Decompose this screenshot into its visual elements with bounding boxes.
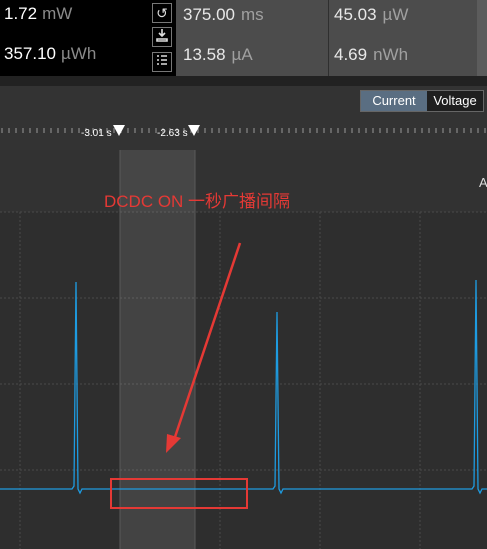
- marker-start-label: -3.01 s: [81, 128, 112, 139]
- window-energy-value: 4.69: [334, 45, 368, 64]
- measurement-panel-middle: 375.00 ms 13.58 µA: [176, 0, 328, 76]
- energy-value: 357.10: [4, 44, 56, 63]
- avg-power-readout: 45.03 µW: [334, 5, 408, 25]
- duration-readout: 375.00 ms: [183, 5, 264, 25]
- reset-icon[interactable]: ↺: [152, 3, 172, 23]
- grid-lines: [0, 211, 487, 549]
- measurement-panel-right: 45.03 µW 4.69 nWh: [329, 0, 487, 76]
- marker-start-handle[interactable]: [112, 124, 128, 138]
- avg-current-unit: µA: [231, 45, 253, 64]
- avg-current-readout: 13.58 µA: [183, 45, 253, 65]
- readout-actions: ↺: [150, 0, 176, 76]
- current-trace: [0, 279, 487, 495]
- avg-power-value: 45.03: [334, 5, 377, 24]
- divider: [0, 76, 487, 86]
- energy-unit: µWh: [61, 44, 97, 63]
- power-value: 1.72: [4, 4, 38, 23]
- power-readout: 1.72 mW: [4, 4, 72, 24]
- window-energy-readout: 4.69 nWh: [334, 45, 408, 65]
- marker-end-handle[interactable]: [187, 124, 203, 138]
- panel-edge: [477, 0, 487, 76]
- list-icon[interactable]: [152, 52, 172, 72]
- marker-end-label: -2.63 s: [157, 128, 188, 139]
- duration-unit: ms: [241, 5, 264, 24]
- avg-current-value: 13.58: [183, 45, 226, 64]
- avg-power-unit: µW: [382, 5, 409, 24]
- current-tab[interactable]: Current: [361, 91, 427, 111]
- window-energy-unit: nWh: [373, 45, 409, 64]
- voltage-tab[interactable]: Voltage: [427, 91, 483, 111]
- ruler-ticks: [1, 128, 486, 133]
- energy-readout: 357.10 µWh: [4, 44, 96, 64]
- duration-value: 375.00: [183, 5, 235, 24]
- plot-svg: DCDC ON 一秒广播间隔: [0, 150, 487, 549]
- annotation-text: DCDC ON 一秒广播间隔: [104, 192, 290, 211]
- measurement-panel-left: 1.72 mW 357.10 µWh: [0, 0, 150, 76]
- channel-toggle: Current Voltage: [360, 90, 484, 112]
- download-icon[interactable]: [152, 27, 172, 47]
- power-unit: mW: [42, 4, 73, 23]
